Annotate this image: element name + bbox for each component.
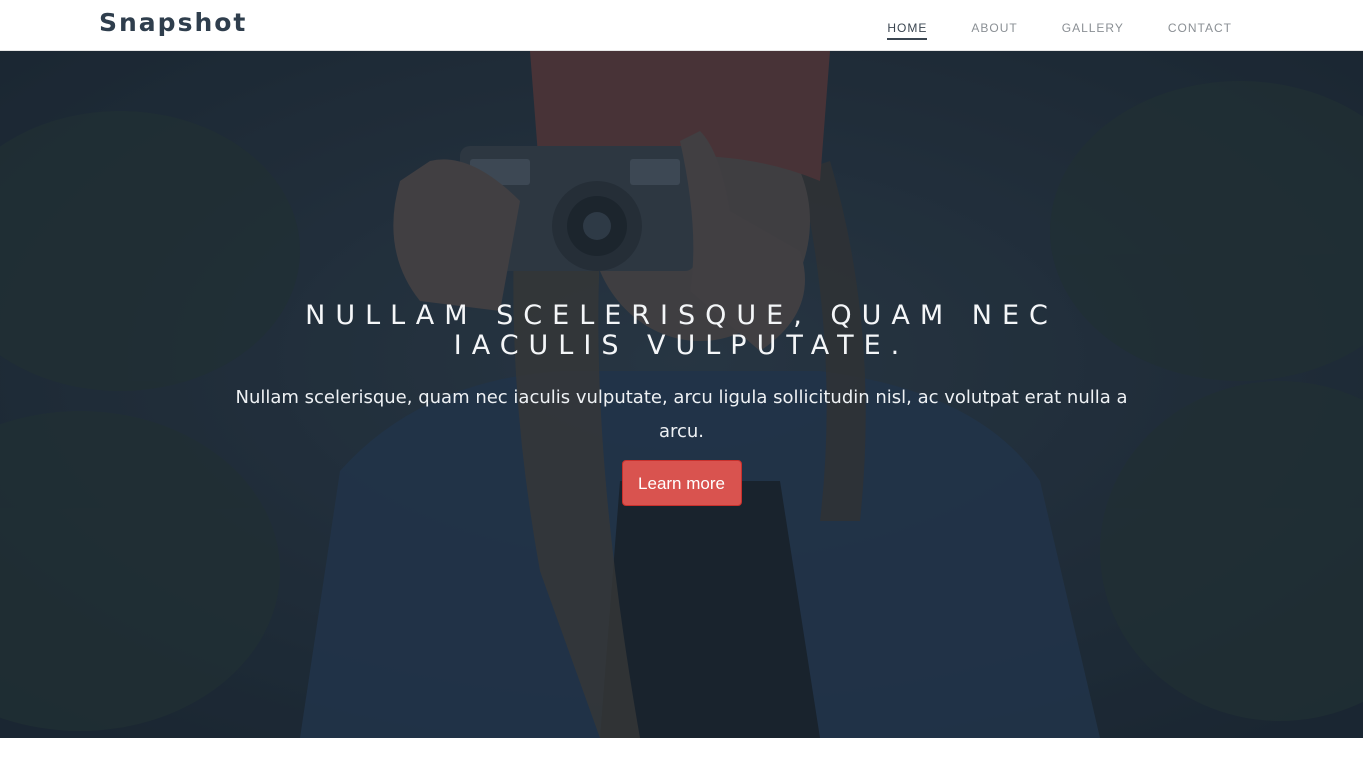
nav-link-home[interactable]: HOME <box>887 21 928 40</box>
main-nav: HOME ABOUT GALLERY CONTACT <box>887 17 1232 40</box>
navbar: Snapshot HOME ABOUT GALLERY CONTACT <box>0 0 1363 51</box>
nav-link-gallery[interactable]: GALLERY <box>1062 21 1124 38</box>
hero-section: NULLAM SCELERISQUE, QUAM NEC IACULIS VUL… <box>0 51 1363 738</box>
hero-description: Nullam scelerisque, quam nec iaculis vul… <box>235 387 1128 442</box>
learn-more-button[interactable]: Learn more <box>621 460 742 506</box>
nav-item-contact: CONTACT <box>1168 17 1232 40</box>
brand-logo[interactable]: Snapshot <box>99 8 247 37</box>
nav-item-gallery: GALLERY <box>1062 17 1124 40</box>
nav-item-about: ABOUT <box>971 17 1017 40</box>
hero-content: NULLAM SCELERISQUE, QUAM NEC IACULIS VUL… <box>0 301 1363 506</box>
hero-title: NULLAM SCELERISQUE, QUAM NEC IACULIS VUL… <box>305 300 1058 361</box>
nav-link-about[interactable]: ABOUT <box>971 21 1017 38</box>
nav-item-home: HOME <box>887 17 928 40</box>
nav-link-contact[interactable]: CONTACT <box>1168 21 1232 38</box>
